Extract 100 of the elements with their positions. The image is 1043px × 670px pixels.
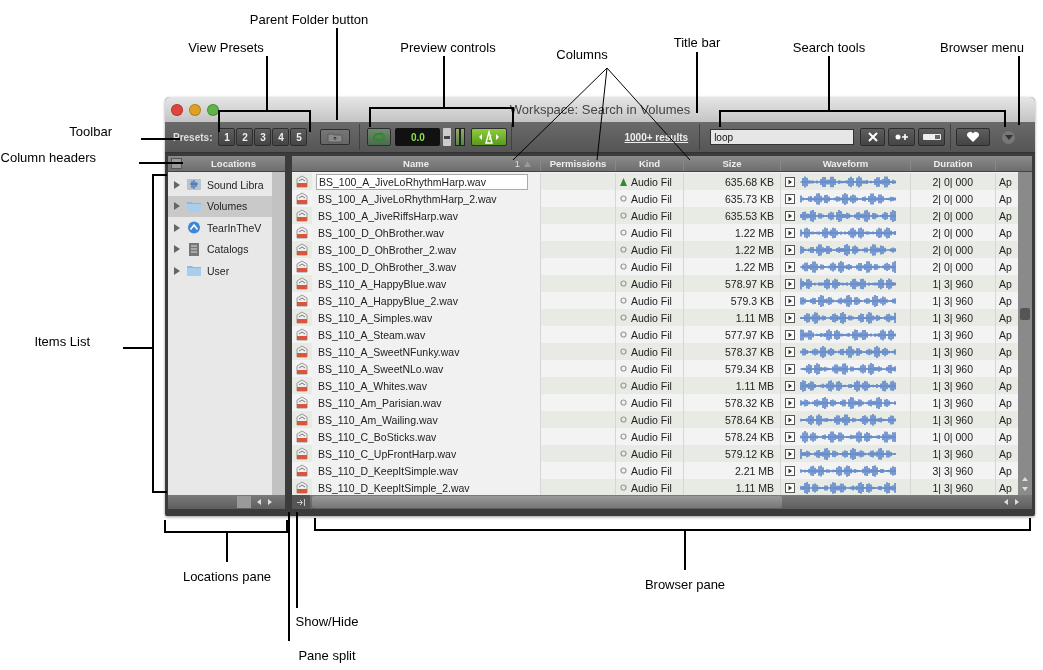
file-name: BS_110_D_KeepItSimple.wav <box>317 463 459 478</box>
play-button-icon[interactable] <box>785 397 795 408</box>
table-cell: Audio Fil <box>631 362 672 375</box>
browser-menu-button[interactable] <box>1002 130 1016 144</box>
results-link[interactable]: 1000+ results <box>624 131 689 143</box>
clear-button[interactable] <box>860 128 886 146</box>
file-name: BS_110_A_HappyBlue.wav <box>317 276 448 291</box>
table-cell: Ap <box>999 362 1012 375</box>
scroll-thumb[interactable] <box>312 496 782 508</box>
column-header[interactable]: Permissions <box>541 156 616 171</box>
scroll-bar[interactable] <box>1018 172 1032 495</box>
column-header[interactable]: Kind <box>616 156 684 171</box>
play-button-icon[interactable] <box>785 312 795 323</box>
column-header[interactable]: Duration <box>911 156 996 171</box>
play-button-icon[interactable] <box>785 295 795 306</box>
table-cell: Ap <box>999 430 1012 443</box>
disclosure-triangle-icon[interactable] <box>173 223 181 232</box>
library-icon <box>187 178 201 192</box>
scroll-bar[interactable] <box>168 495 285 509</box>
metronome-icon <box>477 130 502 144</box>
window-control-button[interactable] <box>207 103 219 116</box>
play-button-icon[interactable] <box>785 329 795 340</box>
play-button-icon[interactable] <box>785 482 795 493</box>
loop-button[interactable] <box>367 128 392 146</box>
preset-button[interactable]: 1 <box>218 128 236 146</box>
table-cell: 2.21 MB <box>734 464 774 477</box>
table-cell: 1| 3| 960 <box>932 447 973 460</box>
play-button-icon[interactable] <box>785 465 795 476</box>
play-button-icon[interactable] <box>785 227 795 238</box>
table-cell: Audio Fil <box>631 277 672 290</box>
disclosure-triangle-icon[interactable] <box>173 266 181 275</box>
scroll-thumb[interactable] <box>1020 308 1030 320</box>
file-name: BS_110_D_KeepItSimple_2.wav <box>317 480 471 495</box>
scroll-bar[interactable] <box>272 172 285 495</box>
arrow-to-bar-icon <box>296 498 306 506</box>
table-cell: 1.11 MB <box>735 379 774 392</box>
volume-fader[interactable] <box>443 128 452 146</box>
column-header[interactable]: Size <box>684 156 781 171</box>
level-meter <box>455 128 466 146</box>
table-cell: 1| 3| 960 <box>932 481 973 494</box>
disclosure-triangle-icon[interactable] <box>173 180 181 189</box>
play-button-icon[interactable] <box>785 380 795 391</box>
table-cell: 635.53 KB <box>724 209 774 222</box>
play-button-icon[interactable] <box>785 363 795 374</box>
metronome-button[interactable] <box>471 128 508 146</box>
header-toggle-button[interactable] <box>171 158 182 169</box>
heart-icon <box>966 131 981 143</box>
table-cell: Ap <box>999 311 1012 324</box>
callout-label: Show/Hide <box>295 614 359 629</box>
dot-plus-icon <box>893 132 910 142</box>
location-item[interactable]: Volumes <box>168 195 272 217</box>
preset-button[interactable]: 2 <box>236 128 254 146</box>
scroll-thumb[interactable] <box>237 496 251 508</box>
toggle-button[interactable] <box>918 128 946 146</box>
table-cell: Audio Fil <box>631 464 672 477</box>
table-cell: Audio Fil <box>631 396 672 409</box>
location-item[interactable]: TearInTheV <box>168 217 272 239</box>
play-button-icon[interactable] <box>785 346 795 357</box>
disclosure-triangle-icon[interactable] <box>173 202 181 211</box>
location-item[interactable]: Sound Libra <box>168 174 272 196</box>
table-cell: 1| 0| 000 <box>932 430 973 443</box>
leader-line <box>138 162 184 164</box>
column-header[interactable]: Name 1 <box>292 156 541 171</box>
table-cell: Audio Fil <box>631 345 672 358</box>
play-button-icon[interactable] <box>785 210 795 221</box>
table-cell: 2| 0| 000 <box>932 243 973 256</box>
play-button-icon[interactable] <box>785 278 795 289</box>
table-cell: 1.11 MB <box>735 311 774 324</box>
rename-field[interactable]: BS_100_A_JiveLoRhythmHarp.wav <box>316 173 528 190</box>
play-button-icon[interactable] <box>785 193 795 204</box>
add-criteria-button[interactable] <box>888 128 916 146</box>
table-cell: Audio Fil <box>631 311 672 324</box>
location-item[interactable]: User <box>168 260 272 282</box>
column-header[interactable]: Waveform <box>781 156 911 171</box>
table-cell: Ap <box>999 447 1012 460</box>
disclosure-triangle-icon[interactable] <box>173 245 181 254</box>
play-button-icon[interactable] <box>785 431 795 442</box>
preset-button[interactable]: 3 <box>254 128 272 146</box>
show-hide-button[interactable] <box>292 495 310 509</box>
play-button-icon[interactable] <box>785 448 795 459</box>
folder-icon <box>187 199 201 213</box>
table-cell: 579.12 KB <box>724 447 774 460</box>
callout-label: Title bar <box>673 35 721 50</box>
play-button-icon[interactable] <box>785 414 795 425</box>
table-cell: Ap <box>999 209 1012 222</box>
parent-folder-button[interactable] <box>320 129 351 145</box>
location-item[interactable]: Catalogs <box>168 238 272 260</box>
table-cell: 578.32 KB <box>724 396 774 409</box>
search-field[interactable]: loop <box>710 129 855 145</box>
preset-button[interactable]: 5 <box>290 128 308 146</box>
play-button-icon[interactable] <box>785 176 795 187</box>
favorites-button[interactable] <box>956 128 991 146</box>
table-cell: Ap <box>999 192 1012 205</box>
sort-ascending-icon <box>524 160 531 167</box>
preset-button[interactable]: 4 <box>272 128 290 146</box>
file-name: BS_110_A_SweetNLo.wav <box>317 361 445 376</box>
table-cell: Audio Fil <box>631 226 672 239</box>
table-cell: 3| 3| 960 <box>932 464 973 477</box>
play-button-icon[interactable] <box>785 261 795 272</box>
play-button-icon[interactable] <box>785 244 795 255</box>
